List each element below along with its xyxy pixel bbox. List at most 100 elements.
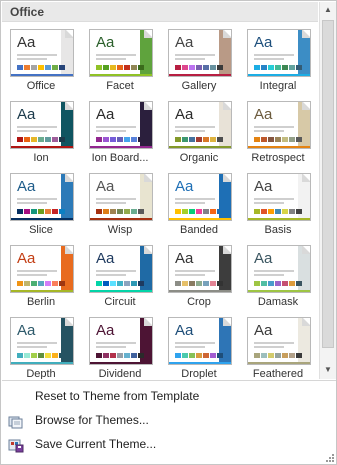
theme-text-line [96, 346, 126, 348]
browse-themes-menu-item[interactable]: Browse for Themes... [2, 408, 336, 432]
theme-tile[interactable]: Aa Depth [2, 313, 80, 379]
color-swatch [182, 353, 188, 358]
theme-tile[interactable]: Aa Office [2, 25, 80, 97]
theme-tile[interactable]: Aa Dividend [81, 313, 159, 379]
save-theme-menu-item[interactable]: Save Current Theme... [2, 432, 336, 456]
theme-tile[interactable]: Aa Circuit [81, 241, 159, 313]
color-swatch [110, 281, 116, 286]
theme-tile[interactable]: Aa Organic [160, 97, 238, 169]
theme-text-line [254, 346, 284, 348]
color-swatch [182, 65, 188, 70]
theme-tile[interactable]: Aa Damask [239, 241, 317, 313]
color-swatch [210, 209, 216, 214]
theme-text-line [175, 126, 215, 128]
theme-thumbnail: Aa [168, 317, 232, 365]
theme-name-label: Berlin [26, 296, 56, 308]
scrollbar-thumb[interactable] [322, 20, 334, 348]
scroll-down-button[interactable]: ▼ [320, 362, 336, 378]
page-fold-icon [144, 102, 152, 110]
color-swatch [103, 65, 109, 70]
page-fold-icon [302, 30, 310, 38]
color-swatch [17, 209, 23, 214]
theme-tile[interactable]: Aa Berlin [2, 241, 80, 313]
theme-text-line [254, 274, 284, 276]
color-swatch [210, 137, 216, 142]
theme-tile[interactable]: Aa Integral [239, 25, 317, 97]
theme-thumbnail: Aa [10, 317, 74, 365]
color-swatch [296, 137, 302, 142]
page-fold-icon [223, 174, 231, 182]
color-swatch [289, 137, 295, 142]
color-swatch [189, 65, 195, 70]
browse-folder-icon [8, 413, 24, 429]
color-swatch [182, 281, 188, 286]
theme-tile[interactable]: Aa Banded [160, 169, 238, 241]
color-swatch [254, 65, 260, 70]
theme-accent-bar [11, 362, 73, 364]
theme-tile[interactable]: Aa Crop [160, 241, 238, 313]
theme-color-swatches [254, 281, 303, 286]
theme-name-label: Feathered [252, 368, 304, 379]
color-swatch [38, 281, 44, 286]
color-swatch [17, 281, 23, 286]
theme-tile[interactable]: Aa Facet [81, 25, 159, 97]
color-swatch [254, 209, 260, 214]
theme-tile[interactable]: Aa Slice [2, 169, 80, 241]
color-swatch [289, 209, 295, 214]
page-fold-icon [65, 30, 73, 38]
theme-tile[interactable]: Aa Ion [2, 97, 80, 169]
theme-tile[interactable]: Aa Ion Board... [81, 97, 159, 169]
theme-text-line [254, 54, 294, 56]
theme-color-swatches [254, 137, 303, 142]
theme-font-sample: Aa [175, 250, 194, 267]
theme-text-line [96, 342, 136, 344]
color-swatch [45, 281, 51, 286]
theme-name-label: Basis [264, 224, 292, 236]
color-swatch [196, 137, 202, 142]
theme-font-sample: Aa [254, 322, 273, 339]
color-swatch [96, 281, 102, 286]
theme-accent-bar [90, 218, 152, 220]
reset-theme-menu-item[interactable]: Reset to Theme from Template [2, 384, 336, 408]
color-swatch [217, 65, 223, 70]
theme-font-sample: Aa [175, 106, 194, 123]
color-swatch [38, 137, 44, 142]
color-swatch [261, 65, 267, 70]
theme-font-sample: Aa [96, 178, 115, 195]
theme-thumbnail: Aa [247, 173, 311, 221]
theme-color-swatches [175, 353, 224, 358]
theme-tile[interactable]: Aa Retrospect [239, 97, 317, 169]
theme-text-line [96, 130, 126, 132]
resize-grip[interactable] [326, 454, 334, 462]
color-swatch [196, 353, 202, 358]
color-swatch [203, 281, 209, 286]
color-swatch [275, 281, 281, 286]
color-swatch [24, 65, 30, 70]
color-swatch [268, 353, 274, 358]
color-swatch [17, 137, 23, 142]
theme-thumbnail: Aa [10, 173, 74, 221]
theme-text-line [96, 58, 126, 60]
color-swatch [254, 137, 260, 142]
color-swatch [59, 209, 65, 214]
theme-tile[interactable]: Aa Feathered [239, 313, 317, 379]
theme-tile[interactable]: Aa Basis [239, 169, 317, 241]
scroll-up-button[interactable]: ▲ [320, 2, 336, 18]
color-swatch [52, 281, 58, 286]
color-swatch [203, 353, 209, 358]
theme-tile[interactable]: Aa Wisp [81, 169, 159, 241]
theme-accent-bar [248, 362, 310, 364]
color-swatch [31, 209, 37, 214]
vertical-scrollbar[interactable]: ▲ ▼ [319, 2, 336, 379]
theme-color-swatches [17, 209, 66, 214]
theme-font-sample: Aa [96, 34, 115, 51]
theme-color-swatches [254, 353, 303, 358]
color-swatch [275, 65, 281, 70]
color-swatch [175, 281, 181, 286]
theme-text-line [17, 274, 47, 276]
theme-name-label: Crop [187, 296, 211, 308]
color-swatch [24, 209, 30, 214]
theme-tile[interactable]: Aa Gallery [160, 25, 238, 97]
theme-tile[interactable]: Aa Droplet [160, 313, 238, 379]
color-swatch [196, 65, 202, 70]
